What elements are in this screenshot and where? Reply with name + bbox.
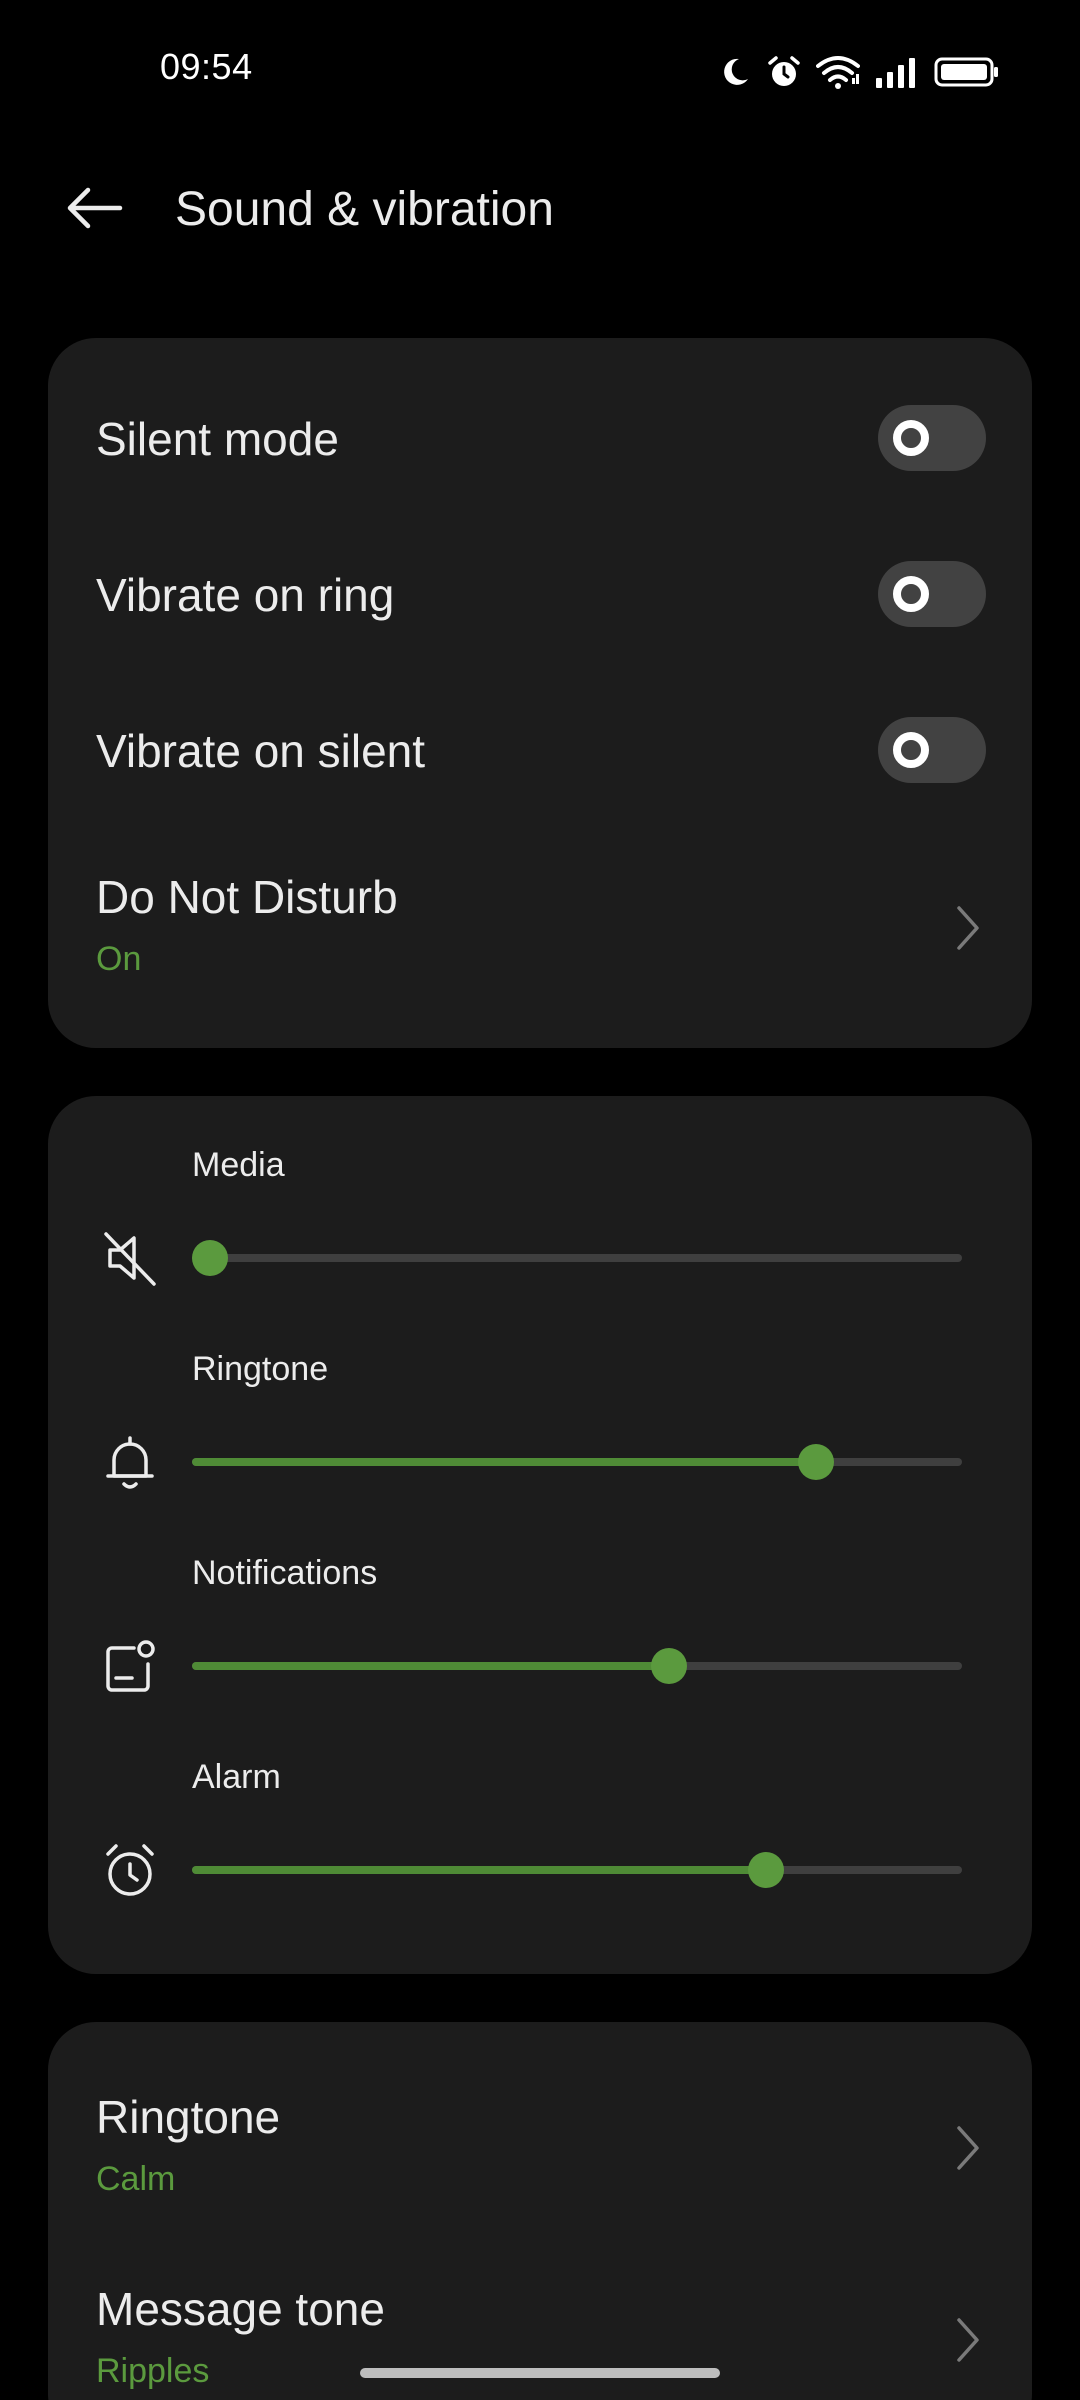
back-button[interactable] bbox=[54, 178, 134, 242]
slider-fill bbox=[192, 1662, 670, 1670]
alarm-icon bbox=[766, 54, 802, 90]
message-tone-label: Message tone bbox=[96, 2283, 385, 2335]
sound-vibration-screen: 09:54 Sound & vibration Silent mode Vibr… bbox=[0, 0, 1080, 2400]
status-time: 09:54 bbox=[160, 46, 253, 87]
media-volume-label: Media bbox=[192, 1146, 285, 1184]
alarm-volume-label: Alarm bbox=[192, 1758, 281, 1796]
ringtone-volume-slider[interactable] bbox=[192, 1442, 962, 1482]
toggle-knob bbox=[893, 732, 929, 768]
vibrate-on-ring-toggle[interactable] bbox=[878, 561, 986, 627]
bell-icon bbox=[100, 1432, 160, 1492]
signal-icon bbox=[874, 56, 920, 88]
slider-fill bbox=[192, 1866, 766, 1874]
vibrate-on-silent-row[interactable]: Vibrate on silent bbox=[48, 700, 1032, 800]
slider-thumb[interactable] bbox=[747, 1852, 784, 1888]
status-icons bbox=[718, 50, 1000, 94]
home-indicator[interactable] bbox=[360, 2368, 720, 2378]
vibrate-on-ring-label: Vibrate on ring bbox=[96, 569, 395, 621]
mode-settings-card: Silent mode Vibrate on ring Vibrate on s… bbox=[48, 338, 1032, 1048]
toggle-knob bbox=[893, 420, 929, 456]
chevron-right-icon bbox=[948, 2120, 988, 2176]
tones-card: Ringtone Calm Message tone Ripples bbox=[48, 2022, 1032, 2400]
message-tone-row[interactable]: Message tone Ripples bbox=[48, 2254, 1032, 2400]
moon-icon bbox=[718, 55, 752, 89]
do-not-disturb-label: Do Not Disturb bbox=[96, 871, 398, 923]
ringtone-row[interactable]: Ringtone Calm bbox=[48, 2062, 1032, 2226]
notifications-volume-label: Notifications bbox=[192, 1554, 378, 1592]
do-not-disturb-row[interactable]: Do Not Disturb On bbox=[48, 846, 1032, 1006]
media-volume-slider[interactable] bbox=[192, 1238, 962, 1278]
slider-thumb[interactable] bbox=[797, 1444, 834, 1480]
battery-icon bbox=[934, 56, 1000, 88]
volume-card: Media Ringtone Notifications Alarm bbox=[48, 1096, 1032, 1974]
vibrate-on-silent-label: Vibrate on silent bbox=[96, 725, 426, 777]
chevron-right-icon bbox=[948, 2312, 988, 2368]
status-bar: 09:54 bbox=[0, 0, 1080, 140]
speaker-muted-icon bbox=[100, 1228, 160, 1288]
message-tone-value: Ripples bbox=[96, 2352, 210, 2390]
alarm-clock-icon bbox=[100, 1840, 160, 1900]
slider-thumb[interactable] bbox=[192, 1240, 228, 1276]
wifi-icon bbox=[816, 54, 860, 90]
slider-thumb[interactable] bbox=[651, 1648, 688, 1684]
ringtone-value: Calm bbox=[96, 2160, 176, 2198]
header: Sound & vibration bbox=[0, 150, 1080, 270]
slider-fill bbox=[192, 1458, 816, 1466]
slider-track bbox=[192, 1254, 962, 1262]
notification-icon bbox=[100, 1636, 160, 1696]
do-not-disturb-status: On bbox=[96, 940, 142, 978]
silent-mode-label: Silent mode bbox=[96, 413, 339, 465]
ringtone-volume-label: Ringtone bbox=[192, 1350, 329, 1388]
vibrate-on-ring-row[interactable]: Vibrate on ring bbox=[48, 544, 1032, 644]
notifications-volume-slider[interactable] bbox=[192, 1646, 962, 1686]
vibrate-on-silent-toggle[interactable] bbox=[878, 717, 986, 783]
silent-mode-row[interactable]: Silent mode bbox=[48, 388, 1032, 488]
alarm-volume-slider[interactable] bbox=[192, 1850, 962, 1890]
silent-mode-toggle[interactable] bbox=[878, 405, 986, 471]
ringtone-label: Ringtone bbox=[96, 2091, 281, 2143]
page-title: Sound & vibration bbox=[175, 183, 554, 236]
arrow-left-icon bbox=[64, 186, 124, 235]
toggle-knob bbox=[893, 576, 929, 612]
chevron-right-icon bbox=[948, 900, 988, 956]
